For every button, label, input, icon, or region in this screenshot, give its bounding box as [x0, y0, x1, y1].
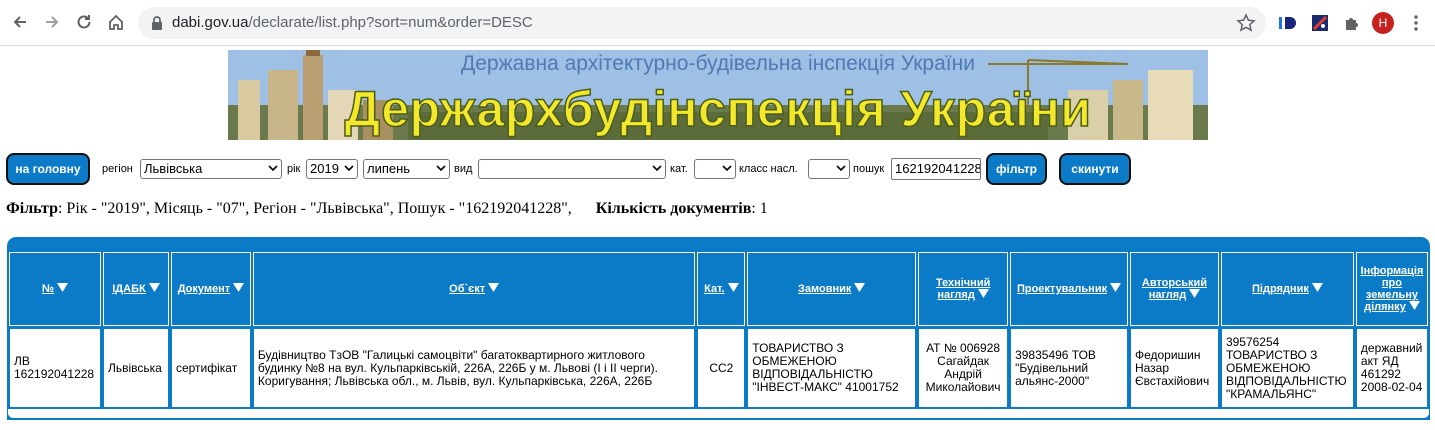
column-header-tech-supervision[interactable]: Технічний нагляд — [918, 252, 1009, 326]
cell-tech-supervision: АТ № 006928 Сагайдак Андрій Миколайович — [918, 328, 1009, 408]
id-extension-icon[interactable] — [1276, 11, 1300, 35]
cell-category: СС2 — [697, 328, 746, 408]
cell-customer: ТОВАРИСТВО З ОБМЕЖЕНОЮ ВІДПОВІДАЛЬНІСТЮ … — [747, 328, 917, 408]
search-input[interactable]: 162192041228 — [891, 158, 981, 180]
filter-summary: Фільтр: Рік - "2019", Місяць - "07", Рег… — [6, 200, 768, 218]
cell-contractor: 39576254 ТОВАРИСТВО З ОБМЕЖЕНОЮ ВІДПОВІД… — [1220, 328, 1354, 408]
lock-icon — [152, 16, 162, 30]
sort-arrow-icon — [488, 283, 500, 292]
cell-author-supervision: Федоришин Назар Євстахійович — [1129, 328, 1219, 408]
month-select[interactable]: липень — [363, 159, 450, 179]
cell-num: ЛВ 162192041228 — [9, 328, 101, 408]
summary-filter-label: Фільтр — [6, 200, 58, 217]
reset-button[interactable]: скинути — [1059, 153, 1131, 185]
table-header-row: № ІДАБК Документ Об`єкт Кат. Замовник Те… — [9, 252, 1428, 326]
summary-count-value: : 1 — [751, 200, 768, 217]
home-page-button[interactable]: на головну — [6, 153, 90, 185]
cell-designer: 39835496 ТОВ "Будівельний альянс-2000" — [1010, 328, 1128, 408]
sort-arrow-icon — [57, 283, 69, 292]
column-header-customer[interactable]: Замовник — [747, 252, 917, 326]
column-header-document[interactable]: Документ — [170, 252, 251, 326]
region-label: регіон — [102, 163, 133, 175]
back-arrow-icon[interactable] — [8, 10, 32, 34]
site-banner: Державна архітектурно-будівельна інспекц… — [228, 50, 1208, 140]
class-select[interactable] — [808, 159, 850, 179]
reload-icon[interactable] — [72, 10, 96, 34]
sort-arrow-icon — [1110, 283, 1122, 292]
column-header-idabk[interactable]: ІДАБК — [102, 252, 169, 326]
summary-filter-text: : Рік - "2019", Місяць - "07", Регіон - … — [57, 200, 572, 217]
sort-arrow-icon — [233, 283, 245, 292]
column-header-land-info[interactable]: Інформація про земельну ділянку — [1355, 252, 1428, 326]
column-header-object[interactable]: Об`єкт — [252, 252, 696, 326]
chevron-down-icon — [722, 165, 732, 172]
summary-count-label: Кількість документів — [595, 200, 752, 217]
sort-arrow-icon — [1408, 301, 1420, 310]
category-select[interactable] — [694, 159, 736, 179]
class-label: класс насл. — [739, 163, 798, 175]
sort-arrow-icon — [148, 283, 160, 292]
sort-arrow-icon — [727, 283, 739, 292]
search-label: пошук — [853, 163, 885, 175]
category-label: кат. — [670, 163, 688, 175]
column-header-designer[interactable]: Проектувальник — [1010, 252, 1128, 326]
type-label: вид — [454, 163, 473, 175]
column-header-author-supervision[interactable]: Авторський нагляд — [1129, 252, 1219, 326]
extensions-puzzle-icon[interactable] — [1340, 11, 1364, 35]
filter-bar: на головну регіон Львівська рік 2019 лип… — [6, 153, 1431, 185]
kebab-menu-icon[interactable] — [1404, 11, 1428, 35]
year-label: рік — [287, 163, 301, 175]
bookmark-star-icon[interactable] — [1236, 13, 1256, 33]
sort-arrow-icon — [977, 289, 989, 298]
region-select[interactable]: Львівська — [140, 159, 282, 179]
results-table: № ІДАБК Документ Об`єкт Кат. Замовник Те… — [7, 250, 1430, 410]
forward-arrow-icon[interactable] — [40, 10, 64, 34]
column-header-category[interactable]: Кат. — [697, 252, 746, 326]
home-icon[interactable] — [104, 10, 128, 34]
sort-arrow-icon — [1189, 289, 1201, 298]
banner-subtitle: Державна архітектурно-будівельна інспекц… — [461, 52, 975, 75]
browser-toolbar: dabi.gov.ua/declarate/list.php?sort=num&… — [0, 0, 1435, 46]
cell-document: сертифікат — [170, 328, 251, 408]
results-table-container: № ІДАБК Документ Об`єкт Кат. Замовник Те… — [7, 237, 1430, 420]
column-header-num[interactable]: № — [9, 252, 101, 326]
year-select[interactable]: 2019 — [306, 159, 358, 179]
banner-title: Держархбудінспекція України — [344, 80, 1092, 138]
chevron-down-icon — [652, 165, 662, 172]
table-footer — [7, 409, 1430, 419]
column-header-contractor[interactable]: Підрядник — [1220, 252, 1354, 326]
filter-button[interactable]: фільтр — [986, 153, 1047, 185]
sort-arrow-icon — [854, 283, 866, 292]
chevron-down-icon — [344, 165, 354, 172]
url-text: dabi.gov.ua/declarate/list.php?sort=num&… — [172, 14, 533, 31]
chevron-down-icon — [436, 165, 446, 172]
type-select[interactable] — [478, 159, 666, 179]
chevron-down-icon — [836, 165, 846, 172]
profile-avatar[interactable]: H — [1372, 12, 1394, 34]
address-bar[interactable]: dabi.gov.ua/declarate/list.php?sort=num&… — [138, 7, 1266, 39]
extension-flag-icon[interactable] — [1308, 11, 1332, 35]
table-row: ЛВ 162192041228 Львівська сертифікат Буд… — [9, 328, 1428, 408]
cell-land-info: державний акт ЯД 461292 2008-02-04 — [1355, 328, 1428, 408]
cell-idabk: Львівська — [102, 328, 169, 408]
sort-arrow-icon — [1311, 283, 1323, 292]
chevron-down-icon — [268, 165, 278, 172]
cell-object: Будівництво ТзОВ "Галицькі самоцвіти" ба… — [252, 328, 696, 408]
